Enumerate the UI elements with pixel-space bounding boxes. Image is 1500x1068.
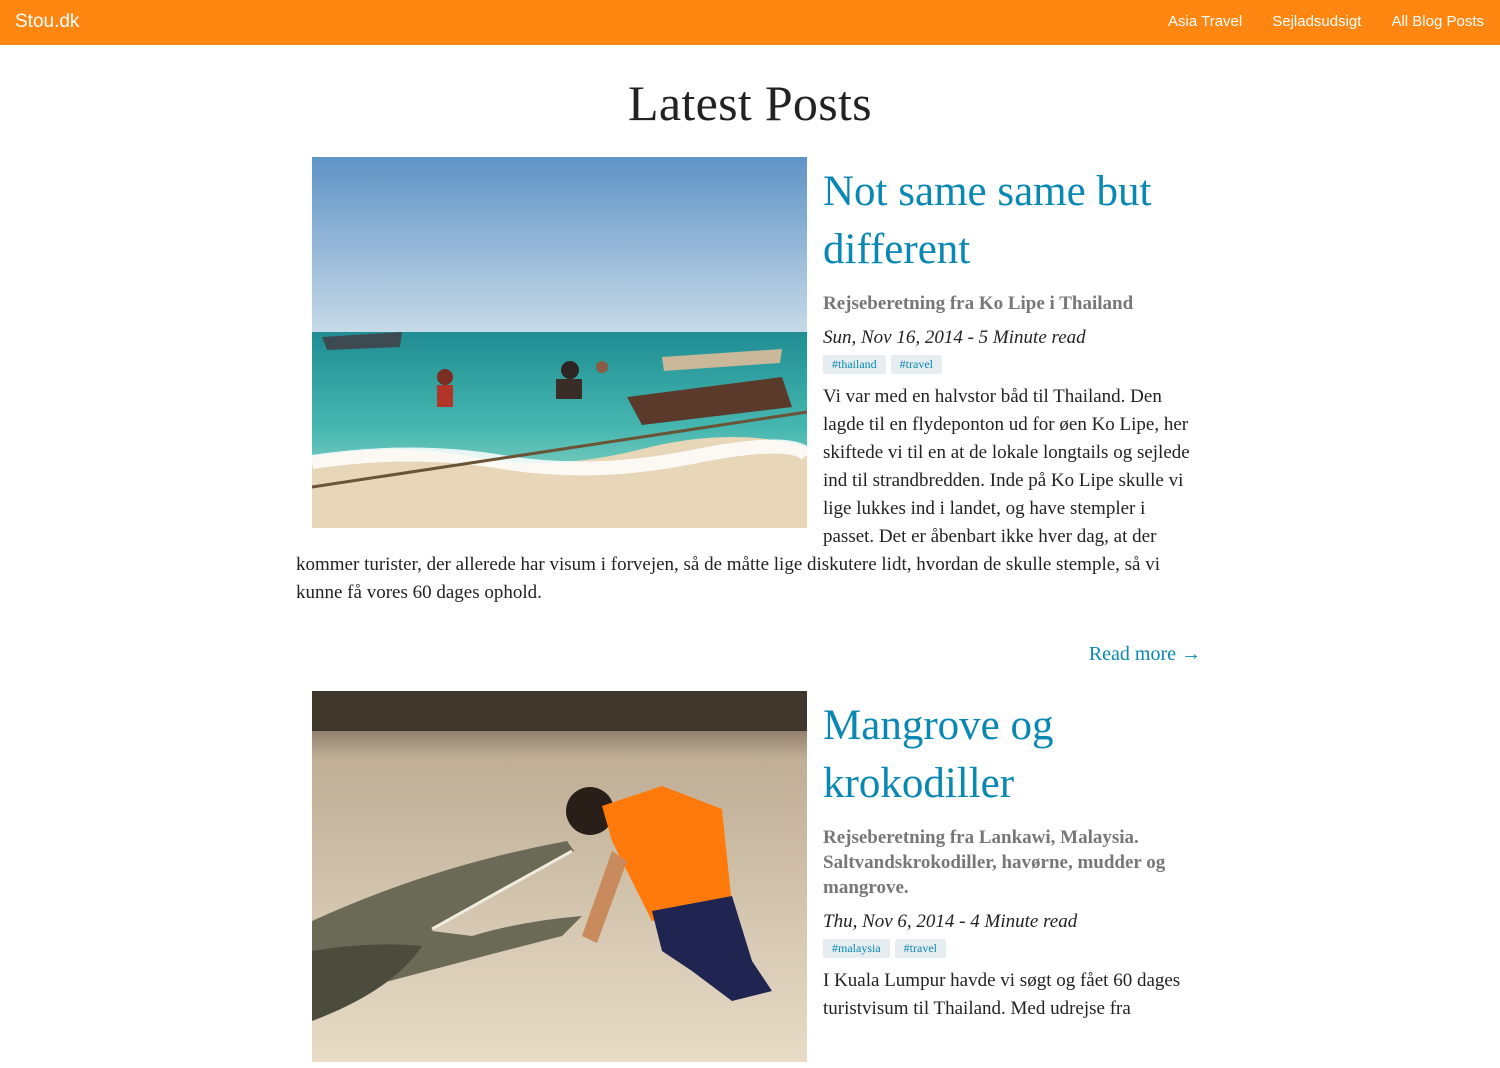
read-more-link[interactable]: Read more → [296,643,1201,666]
brand-link[interactable]: Stou.dk [15,11,79,33]
page-title: Latest Posts [628,75,872,131]
tag-thailand[interactable]: #thailand [823,355,886,374]
tag-travel[interactable]: #travel [890,355,942,374]
post-preview: Mangrove og krokodiller Rejseberetning f… [296,691,1201,1068]
post-preview: Not same same but different Rejseberetni… [296,157,1201,666]
tag-malaysia[interactable]: #malaysia [823,939,890,958]
nav-links: Asia Travel Sejladsudsigt All Blog Posts [1168,13,1484,30]
post-thumbnail-crocodile[interactable] [312,691,807,1062]
tag-travel[interactable]: #travel [894,939,946,958]
nav-link-all-blog-posts[interactable]: All Blog Posts [1391,13,1484,30]
nav-link-sejladsudsigt[interactable]: Sejladsudsigt [1272,13,1361,30]
nav-link-asia-travel[interactable]: Asia Travel [1168,13,1242,30]
top-navbar: Stou.dk Asia Travel Sejladsudsigt All Bl… [0,0,1500,45]
post-thumbnail-beach[interactable] [312,157,807,528]
